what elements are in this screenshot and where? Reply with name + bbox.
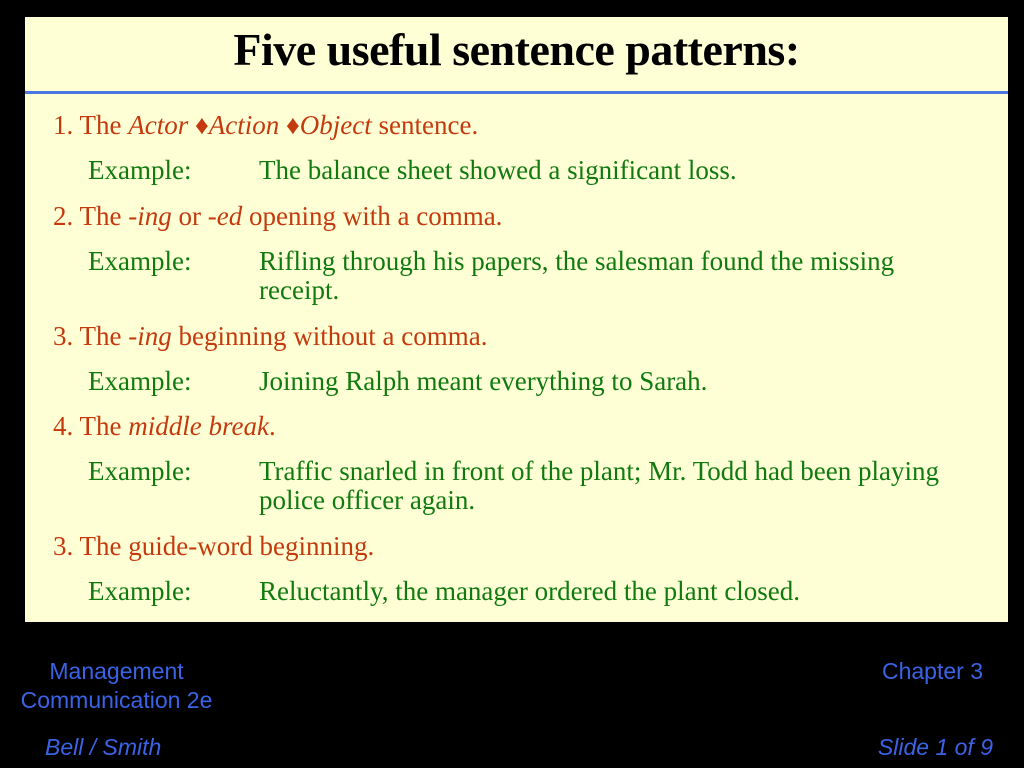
example-text: Rifling through his papers, the salesman… (259, 246, 895, 305)
footer-book-title: Management Communication 2e (0, 657, 233, 715)
pattern-text: opening with a comma. (242, 201, 503, 231)
pattern-text: beginning without a comma. (171, 321, 488, 351)
slide-panel: Five useful sentence patterns: 1. The Ac… (25, 17, 1008, 622)
pattern-heading-3: 3. The -ing beginning without a comma. (53, 321, 487, 352)
pattern-heading-1: 1. The Actor ♦Action ♦Object sentence. (53, 110, 478, 141)
pattern-number: 2. The (53, 201, 129, 231)
example-text: The balance sheet showed a significant l… (259, 155, 737, 185)
pattern-term: -ing (128, 201, 172, 231)
pattern-text: or (171, 201, 208, 231)
example-label: Example: (88, 456, 192, 486)
example-label: Example: (88, 246, 192, 276)
example-text: Joining Ralph meant everything to Sarah. (259, 366, 708, 396)
pattern-term: -ing (128, 321, 172, 351)
pattern-text: 3. The guide-word beginning. (53, 531, 375, 561)
footer-slide-number: Slide 1 of 9 (877, 734, 993, 760)
book-title-line-2: Communication 2e (20, 687, 213, 713)
footer-chapter: Chapter 3 (881, 658, 983, 684)
pattern-number: 4. The (53, 411, 129, 441)
book-title-line-1: Management (49, 658, 184, 684)
pattern-number: 1. The (53, 110, 129, 140)
example-text: Traffic snarled in front of the plant; M… (259, 456, 939, 515)
example-label: Example: (88, 155, 192, 185)
example-text: Reluctantly, the manager ordered the pla… (259, 576, 801, 606)
title-divider (25, 91, 1008, 94)
pattern-term: middle break (128, 411, 269, 441)
footer-authors: Bell / Smith (45, 734, 162, 760)
pattern-heading-4: 4. The middle break. (53, 411, 276, 442)
pattern-text: sentence. (371, 110, 479, 140)
pattern-heading-2: 2. The -ing or -ed opening with a comma. (53, 201, 502, 232)
example-label: Example: (88, 366, 192, 396)
pattern-number: 3. The (53, 321, 129, 351)
slide-title: Five useful sentence patterns: (233, 24, 800, 75)
pattern-term: Object (299, 110, 372, 140)
diamond-icon: ♦ (286, 110, 300, 140)
pattern-heading-5: 3. The guide-word beginning. (53, 531, 374, 562)
example-label: Example: (88, 576, 192, 606)
pattern-term: Actor (128, 110, 189, 140)
diamond-icon: ♦ (195, 110, 209, 140)
pattern-term: -ed (207, 201, 243, 231)
pattern-text: . (268, 411, 276, 441)
pattern-term: Action (208, 110, 280, 140)
